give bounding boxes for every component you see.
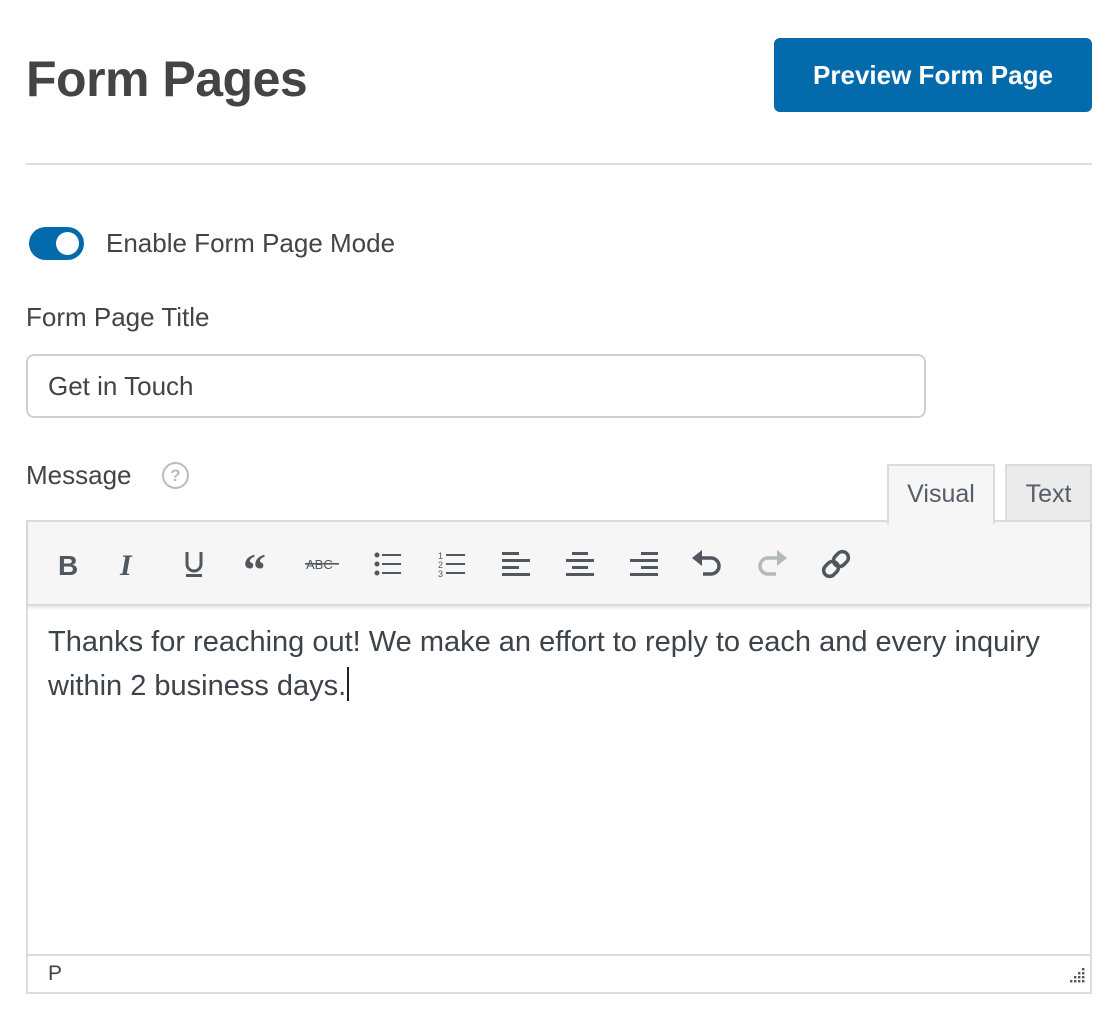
form-page-title-label: Form Page Title [26, 302, 210, 332]
text-cursor [347, 667, 350, 701]
editor-statusbar: P [28, 954, 1090, 992]
editor-content-text: Thanks for reaching out! We make an effo… [48, 626, 1040, 702]
form-page-title-input[interactable] [26, 354, 926, 418]
align-left-icon [502, 552, 530, 576]
enable-form-page-mode-toggle[interactable] [29, 226, 84, 260]
align-left-button[interactable] [496, 544, 536, 584]
undo-button[interactable] [687, 544, 727, 584]
message-editor: B I “ ABC 123 Thanks for reaching out! W… [26, 520, 1092, 994]
svg-text:I: I [119, 551, 133, 577]
editor-toolbar: B I “ ABC 123 [28, 522, 1090, 606]
italic-icon: I [119, 551, 133, 577]
svg-text:B: B [58, 551, 78, 577]
message-label: Message [26, 460, 132, 490]
element-path[interactable]: P [48, 962, 62, 986]
tab-text[interactable]: Text [1005, 464, 1092, 522]
bullet-list-button[interactable] [368, 544, 408, 584]
align-right-button[interactable] [624, 544, 664, 584]
numbered-list-button[interactable]: 123 [432, 544, 472, 584]
question-circle-icon[interactable]: ? [162, 462, 189, 489]
tab-visual[interactable]: Visual [887, 464, 995, 524]
undo-icon [692, 550, 721, 576]
resize-handle-icon[interactable] [1066, 966, 1086, 986]
header-divider [26, 163, 1092, 165]
link-icon [821, 549, 851, 579]
align-center-icon [566, 552, 594, 576]
bullet-list-icon [374, 552, 401, 576]
strikethrough-button[interactable]: ABC [302, 544, 342, 584]
link-button[interactable] [816, 544, 856, 584]
redo-icon [758, 550, 787, 576]
redo-button[interactable] [752, 544, 792, 584]
quote-icon: “ [243, 551, 266, 577]
bold-button[interactable]: B [48, 544, 88, 584]
strikethrough-icon: ABC [305, 557, 339, 572]
underline-button[interactable] [174, 544, 214, 584]
blockquote-button[interactable]: “ [239, 544, 279, 584]
italic-button[interactable]: I [110, 544, 150, 584]
page-title: Form Pages [26, 51, 308, 107]
svg-text:3: 3 [438, 569, 443, 577]
editor-content[interactable]: Thanks for reaching out! We make an effo… [48, 620, 1070, 708]
enable-form-page-mode-label[interactable]: Enable Form Page Mode [106, 228, 395, 259]
bold-icon: B [58, 551, 78, 577]
underline-icon [185, 552, 203, 577]
align-center-button[interactable] [560, 544, 600, 584]
align-right-icon [630, 552, 658, 576]
preview-form-page-button[interactable]: Preview Form Page [774, 38, 1092, 112]
svg-text:“: “ [243, 551, 266, 577]
numbered-list-icon: 123 [438, 551, 465, 577]
enable-form-page-mode-row: Enable Form Page Mode [29, 226, 395, 260]
toggle-knob [56, 231, 79, 255]
